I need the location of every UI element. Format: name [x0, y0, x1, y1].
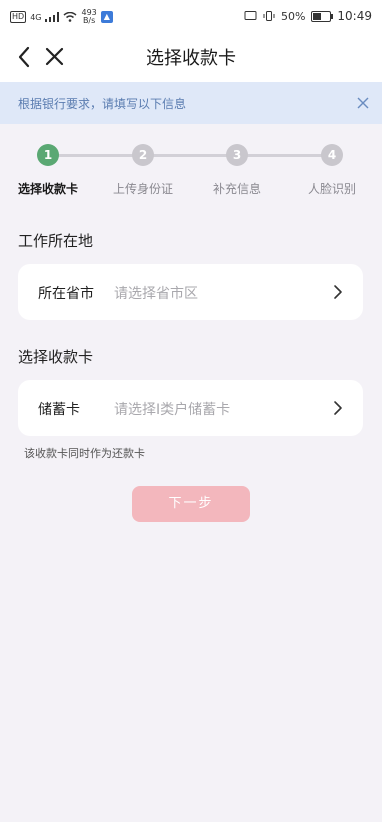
- step-4-indicator: 4: [321, 144, 343, 166]
- step-2-indicator: 2: [132, 144, 154, 166]
- network-speed-unit: B/s: [82, 16, 96, 25]
- hd-badge: HD: [10, 11, 27, 23]
- status-left: HD 4G 493 B/s ▲: [10, 9, 113, 25]
- step-2-label: 上传身份证: [112, 182, 174, 196]
- status-right: 50% 10:49: [244, 9, 372, 23]
- province-city-selector[interactable]: 所在省市 请选择省市区: [18, 264, 363, 320]
- status-bar: HD 4G 493 B/s ▲ 50% 10:49: [0, 0, 382, 32]
- nav-bar: 选择收款卡: [0, 32, 382, 82]
- step-4-label: 人脸识别: [307, 182, 357, 196]
- notice-text: 根据银行要求，请填写以下信息: [18, 97, 187, 111]
- chevron-right-icon: [334, 285, 342, 299]
- signal-icon: [45, 12, 60, 22]
- work-location-title: 工作所在地: [18, 232, 94, 250]
- step-3-indicator: 3: [226, 144, 248, 166]
- app-notification-icon: ▲: [100, 11, 113, 23]
- wifi-icon: [64, 12, 77, 22]
- debit-card-selector[interactable]: 储蓄卡 请选择I类户储蓄卡: [18, 380, 363, 436]
- notice-close-button[interactable]: [354, 94, 372, 112]
- next-step-button[interactable]: 下一步: [132, 486, 250, 522]
- card-select-title: 选择收款卡: [18, 348, 94, 366]
- network-type: 4G: [30, 12, 42, 22]
- chevron-right-icon: [334, 401, 342, 415]
- step-track: [48, 154, 334, 157]
- province-city-label: 所在省市: [38, 286, 94, 302]
- notice-banner: 根据银行要求，请填写以下信息: [0, 82, 382, 124]
- network-speed: 493 B/s: [81, 9, 96, 25]
- close-icon: [357, 97, 369, 109]
- repayment-card-hint: 该收款卡同时作为还款卡: [24, 447, 145, 460]
- clock: 10:49: [337, 9, 372, 23]
- step-3-label: 补充信息: [212, 182, 262, 196]
- battery-percent: 50%: [280, 9, 306, 23]
- battery-fill: [313, 12, 322, 20]
- step-progress: 1 2 3 4 选择收款卡 上传身份证 补充信息 人脸识别: [0, 140, 382, 200]
- province-city-placeholder: 请选择省市区: [114, 286, 198, 302]
- battery-icon: [311, 10, 334, 22]
- page-title: 选择收款卡: [146, 48, 236, 69]
- debit-card-label: 储蓄卡: [38, 402, 80, 418]
- vibrate-icon: [263, 11, 275, 21]
- step-1-label: 选择收款卡: [17, 182, 79, 196]
- step-1-indicator: 1: [37, 144, 59, 166]
- cast-icon: [244, 11, 257, 20]
- debit-card-placeholder: 请选择I类户储蓄卡: [114, 402, 231, 418]
